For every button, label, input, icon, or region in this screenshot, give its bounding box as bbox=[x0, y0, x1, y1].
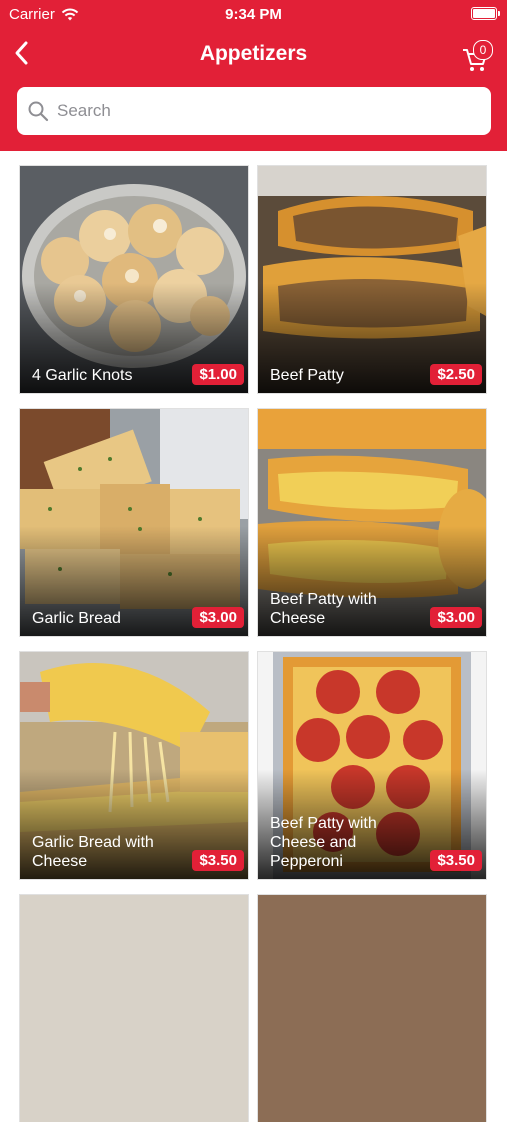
battery-icon bbox=[471, 7, 500, 20]
product-card[interactable] bbox=[258, 895, 486, 1122]
product-card[interactable] bbox=[20, 895, 248, 1122]
header: Carrier 9:34 PM Appetizers 0 Search bbox=[0, 0, 507, 151]
product-card[interactable]: Garlic Bread with Cheese $3.50 bbox=[20, 652, 248, 879]
price-badge: $3.00 bbox=[430, 607, 482, 628]
product-name: 4 Garlic Knots bbox=[32, 367, 133, 384]
product-card[interactable]: Beef Patty $2.50 bbox=[258, 166, 486, 393]
clock: 9:34 PM bbox=[225, 6, 282, 23]
search-placeholder: Search bbox=[57, 101, 111, 120]
price-badge: $1.00 bbox=[192, 364, 244, 385]
product-card[interactable]: Garlic Bread $3.00 bbox=[20, 409, 248, 636]
page-title: Appetizers bbox=[199, 42, 308, 65]
price-badge: $3.50 bbox=[192, 850, 244, 871]
product-name: Beef Patty with Cheese bbox=[270, 591, 377, 627]
product-name: Garlic Bread with Cheese bbox=[32, 834, 154, 870]
product-card[interactable]: 4 Garlic Knots $1.00 bbox=[20, 166, 248, 393]
cart-count-badge: 0 bbox=[473, 40, 493, 60]
cart-button[interactable]: 0 bbox=[461, 36, 497, 72]
product-name: Garlic Bread bbox=[32, 610, 121, 627]
price-badge: $2.50 bbox=[430, 364, 482, 385]
product-name: Beef Patty with Cheese and Pepperoni bbox=[270, 815, 377, 870]
product-photo bbox=[20, 895, 248, 1122]
product-grid: 4 Garlic Knots $1.00 Beef Patty $2.50 Ga… bbox=[0, 151, 507, 1122]
search-bar[interactable]: Search bbox=[17, 87, 491, 135]
price-badge: $3.00 bbox=[192, 607, 244, 628]
product-card[interactable]: Beef Patty with Cheese $3.00 bbox=[258, 409, 486, 636]
product-photo bbox=[258, 895, 486, 1122]
status-bar: Carrier 9:34 PM bbox=[0, 0, 507, 28]
product-card[interactable]: Beef Patty with Cheese and Pepperoni $3.… bbox=[258, 652, 486, 879]
search-icon bbox=[28, 101, 49, 122]
nav-bar: Appetizers 0 bbox=[0, 28, 507, 80]
price-badge: $3.50 bbox=[430, 850, 482, 871]
product-name: Beef Patty bbox=[270, 367, 344, 384]
